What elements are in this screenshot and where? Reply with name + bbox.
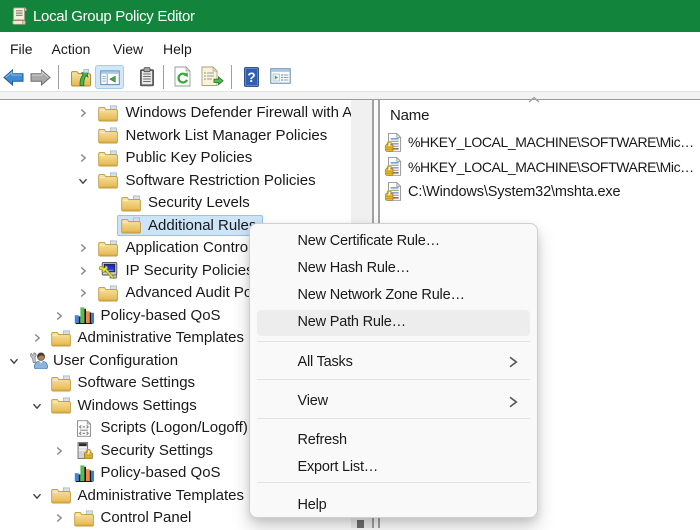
svg-text:?: ? [247, 69, 255, 84]
